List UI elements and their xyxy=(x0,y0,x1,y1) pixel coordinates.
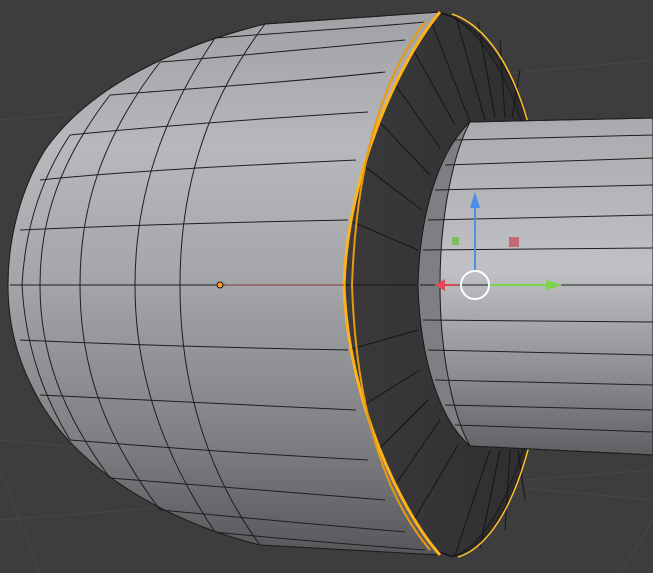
object-origin-dot xyxy=(216,281,224,289)
gizmo-yz-plane-handle[interactable] xyxy=(452,237,459,245)
3d-viewport[interactable] xyxy=(0,0,653,573)
gizmo-xz-plane-handle[interactable] xyxy=(509,237,519,247)
